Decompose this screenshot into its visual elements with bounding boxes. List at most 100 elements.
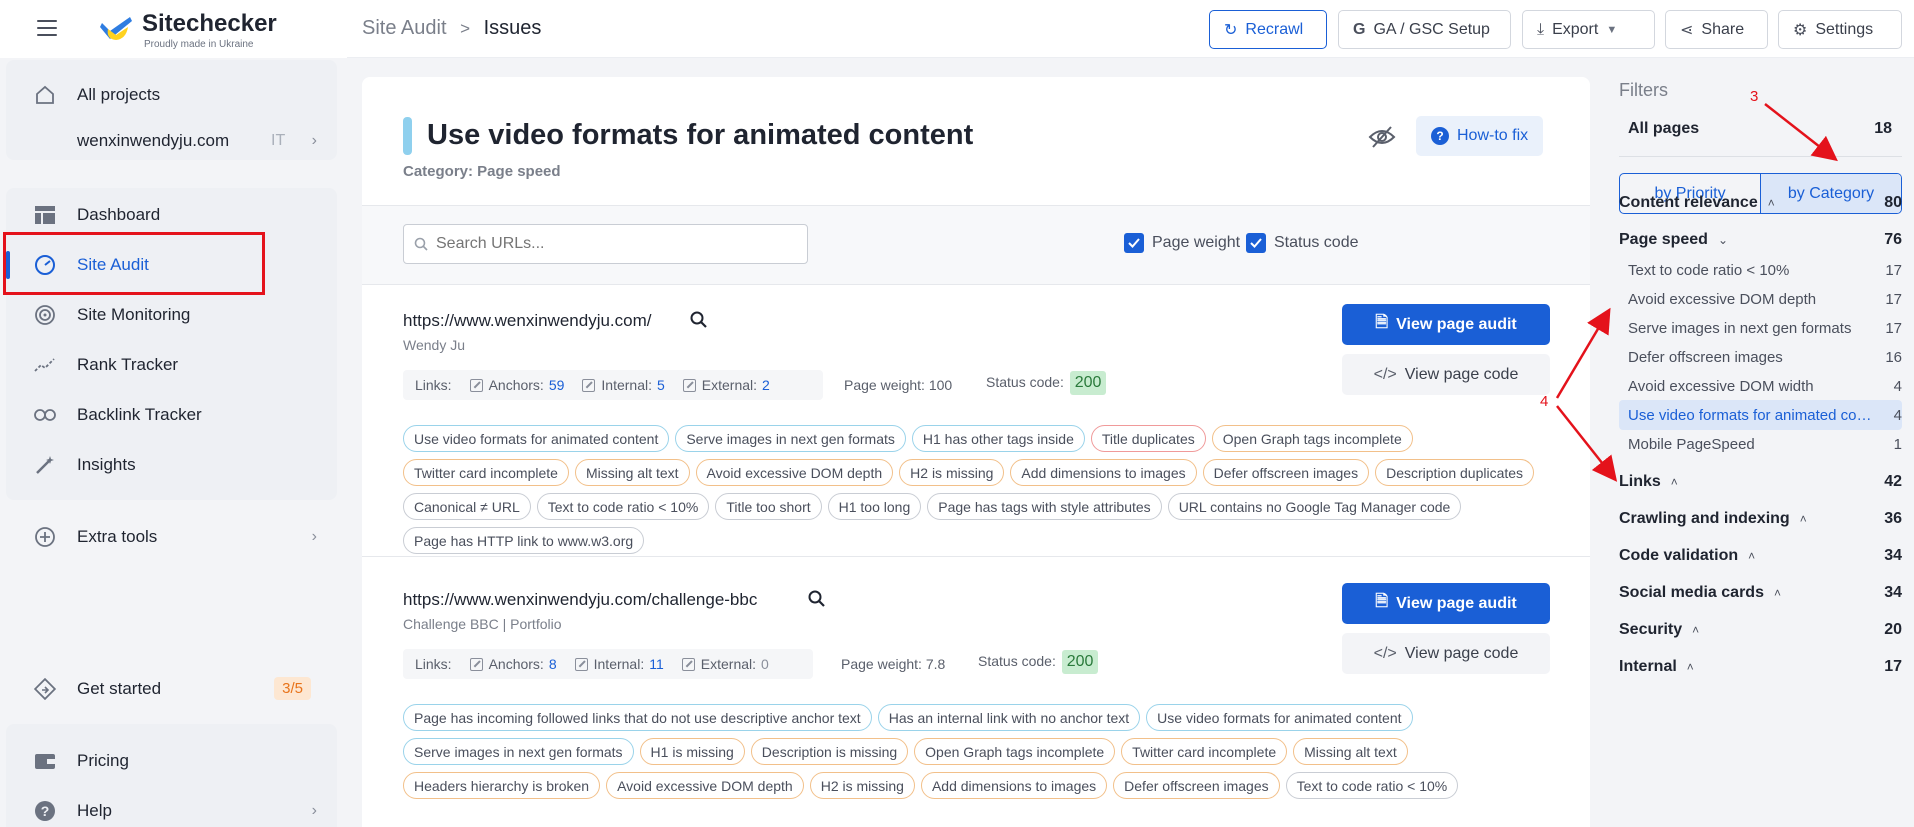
filter-category[interactable]: Content relevance ˄ 80	[1619, 188, 1902, 218]
view-page-code-button[interactable]: </> View page code	[1342, 633, 1550, 674]
filter-category[interactable]: Social media cards ˄ 34	[1619, 578, 1902, 608]
share-button[interactable]: ⋖ Share	[1665, 10, 1768, 49]
issue-tag[interactable]: Page has tags with style attributes	[927, 493, 1162, 520]
filter-subcategory[interactable]: Defer offscreen images 16	[1619, 342, 1902, 372]
internal-count[interactable]: Internal: 5	[582, 377, 665, 393]
external-count[interactable]: External: 2	[682, 377, 770, 393]
issue-tag[interactable]: H1 is missing	[639, 738, 745, 765]
eye-off-icon[interactable]	[1368, 125, 1396, 149]
issue-tag[interactable]: Serve images in next gen formats	[675, 425, 906, 452]
filter-category[interactable]: Page speed ⌄ 76	[1619, 225, 1902, 255]
recrawl-button[interactable]: ↻ Recrawl	[1209, 10, 1327, 49]
issue-tag[interactable]: Defer offscreen images	[1202, 459, 1370, 486]
page-url[interactable]: https://www.wenxinwendyju.com/	[403, 311, 652, 331]
sidebar-item-get-started[interactable]: Get started 3/5	[6, 666, 337, 712]
issue-tag[interactable]: Avoid excessive DOM depth	[606, 772, 804, 799]
how-to-fix-button[interactable]: ? How-to fix	[1416, 116, 1544, 156]
issue-tag[interactable]: Page has HTTP link to www.w3.org	[403, 527, 645, 554]
issue-tag[interactable]: Use video formats for animated content	[1146, 704, 1413, 731]
sidebar-item-insights[interactable]: Insights	[6, 442, 337, 488]
sidebar-item-pricing[interactable]: Pricing	[6, 738, 337, 784]
links-summary: Links: Anchors: 8 Internal: 11 External: 0	[403, 649, 813, 679]
issue-tag[interactable]: Avoid excessive DOM depth	[695, 459, 894, 486]
issue-tag[interactable]: Use video formats for animated content	[403, 425, 670, 452]
issue-tag[interactable]: H1 too long	[827, 493, 922, 520]
export-button[interactable]: ⤓ Export ▼	[1522, 10, 1655, 49]
breadcrumb-parent[interactable]: Site Audit	[362, 17, 447, 39]
issue-tag[interactable]: URL contains no Google Tag Manager code	[1167, 493, 1462, 520]
internal-label: Internal:	[593, 656, 645, 672]
sidebar-item-help[interactable]: ? Help ›	[6, 788, 337, 827]
issue-tag[interactable]: Twitter card incomplete	[1121, 738, 1288, 765]
issue-tag[interactable]: Missing alt text	[1293, 738, 1408, 765]
magnify-icon[interactable]	[690, 311, 708, 329]
filter-category[interactable]: Internal ˄ 17	[1619, 652, 1902, 682]
filter-subcategory[interactable]: Serve images in next gen formats 17	[1619, 313, 1902, 343]
view-page-code-button[interactable]: </> View page code	[1342, 354, 1550, 395]
bottom-card: Pricing ? Help ›	[6, 724, 337, 827]
sidebar-item-project[interactable]: wenxinwendyju.com IT ›	[6, 118, 337, 164]
issue-tag[interactable]: Defer offscreen images	[1113, 772, 1280, 799]
filter-subcategory-label: Avoid excessive DOM depth	[1628, 290, 1817, 308]
sidebar-item-rank-tracker[interactable]: Rank Tracker	[6, 342, 337, 388]
issue-tag[interactable]: Title duplicates	[1090, 425, 1206, 452]
issue-tag[interactable]: Twitter card incomplete	[403, 459, 569, 486]
magnify-icon[interactable]	[808, 590, 826, 608]
issue-tag[interactable]: Text to code ratio < 10%	[1285, 772, 1459, 799]
issue-tag[interactable]: Add dimensions to images	[920, 772, 1108, 799]
chevron-right-icon: ›	[311, 802, 317, 819]
sidebar-item-site-monitoring[interactable]: Site Monitoring	[6, 292, 337, 338]
issue-tag[interactable]: Add dimensions to images	[1010, 459, 1197, 486]
anchors-count[interactable]: Anchors: 59	[469, 377, 564, 393]
page-weight-checkbox[interactable]: Page weight	[1124, 233, 1240, 253]
filter-subcategory[interactable]: Avoid excessive DOM width 4	[1619, 371, 1902, 401]
issue-tag[interactable]: Missing alt text	[574, 459, 690, 486]
issue-tag[interactable]: Headers hierarchy is broken	[403, 772, 601, 799]
filter-category[interactable]: Links ˄ 42	[1619, 467, 1902, 497]
issue-tag[interactable]: Description duplicates	[1375, 459, 1535, 486]
search-input[interactable]	[403, 224, 808, 264]
sidebar-item-extra-tools[interactable]: Extra tools ›	[6, 514, 337, 560]
export-label: Export	[1552, 20, 1599, 38]
status-code-checkbox[interactable]: Status code	[1246, 233, 1359, 253]
svg-text:?: ?	[41, 803, 50, 819]
projects-card: All projects wenxinwendyju.com IT ›	[6, 60, 337, 160]
filter-category[interactable]: Security ˄ 20	[1619, 615, 1902, 645]
view-page-audit-button[interactable]: 🗎 View page audit	[1342, 304, 1550, 345]
filter-category-count: 42	[1884, 473, 1902, 490]
issue-tag[interactable]: Open Graph tags incomplete	[1211, 425, 1413, 452]
anchor-link-icon	[469, 657, 483, 671]
issue-tag[interactable]: Serve images in next gen formats	[403, 738, 634, 765]
url-result-card: https://www.wenxinwendyju.com/challenge-…	[362, 556, 1590, 827]
anchors-count[interactable]: Anchors: 8	[469, 656, 557, 672]
view-page-audit-button[interactable]: 🗎 View page audit	[1342, 583, 1550, 624]
issue-tag[interactable]: Open Graph tags incomplete	[914, 738, 1116, 765]
issue-tag[interactable]: Page has incoming followed links that do…	[403, 704, 872, 731]
internal-count[interactable]: Internal: 11	[574, 656, 664, 672]
filter-subcategory[interactable]: Avoid excessive DOM depth 17	[1619, 284, 1902, 314]
issue-tag[interactable]: H1 has other tags inside	[911, 425, 1085, 452]
filter-subcategory[interactable]: Use video formats for animated content 4	[1619, 400, 1902, 430]
page-title: Wendy Ju	[403, 337, 465, 353]
issue-tag[interactable]: Canonical ≠ URL	[403, 493, 531, 520]
filter-category-count: 80	[1884, 194, 1902, 211]
page-url[interactable]: https://www.wenxinwendyju.com/challenge-…	[403, 590, 757, 610]
menu-icon[interactable]	[37, 20, 57, 36]
issue-tag[interactable]: Title too short	[715, 493, 822, 520]
sidebar-item-all-projects[interactable]: All projects	[6, 72, 337, 118]
issue-tag[interactable]: Description is missing	[750, 738, 909, 765]
ga-gsc-setup-button[interactable]: G GA / GSC Setup	[1338, 10, 1511, 49]
filter-category[interactable]: Crawling and indexing ˄ 36	[1619, 504, 1902, 534]
all-pages-filter[interactable]: All pages	[1628, 120, 1699, 138]
external-count[interactable]: External: 0	[681, 656, 769, 672]
issue-tag[interactable]: Has an internal link with no anchor text	[877, 704, 1141, 731]
issue-tag[interactable]: Text to code ratio < 10%	[536, 493, 710, 520]
issue-tag[interactable]: H2 is missing	[899, 459, 1005, 486]
chevron-up-icon: ˄	[1773, 586, 1781, 600]
filter-subcategory[interactable]: Mobile PageSpeed 1	[1619, 429, 1902, 459]
filter-subcategory[interactable]: Text to code ratio < 10% 17	[1619, 255, 1902, 285]
sidebar-item-backlink-tracker[interactable]: Backlink Tracker	[6, 392, 337, 438]
filter-category[interactable]: Code validation ˄ 34	[1619, 541, 1902, 571]
settings-button[interactable]: ⚙ Settings	[1778, 10, 1902, 49]
issue-tag[interactable]: H2 is missing	[809, 772, 915, 799]
